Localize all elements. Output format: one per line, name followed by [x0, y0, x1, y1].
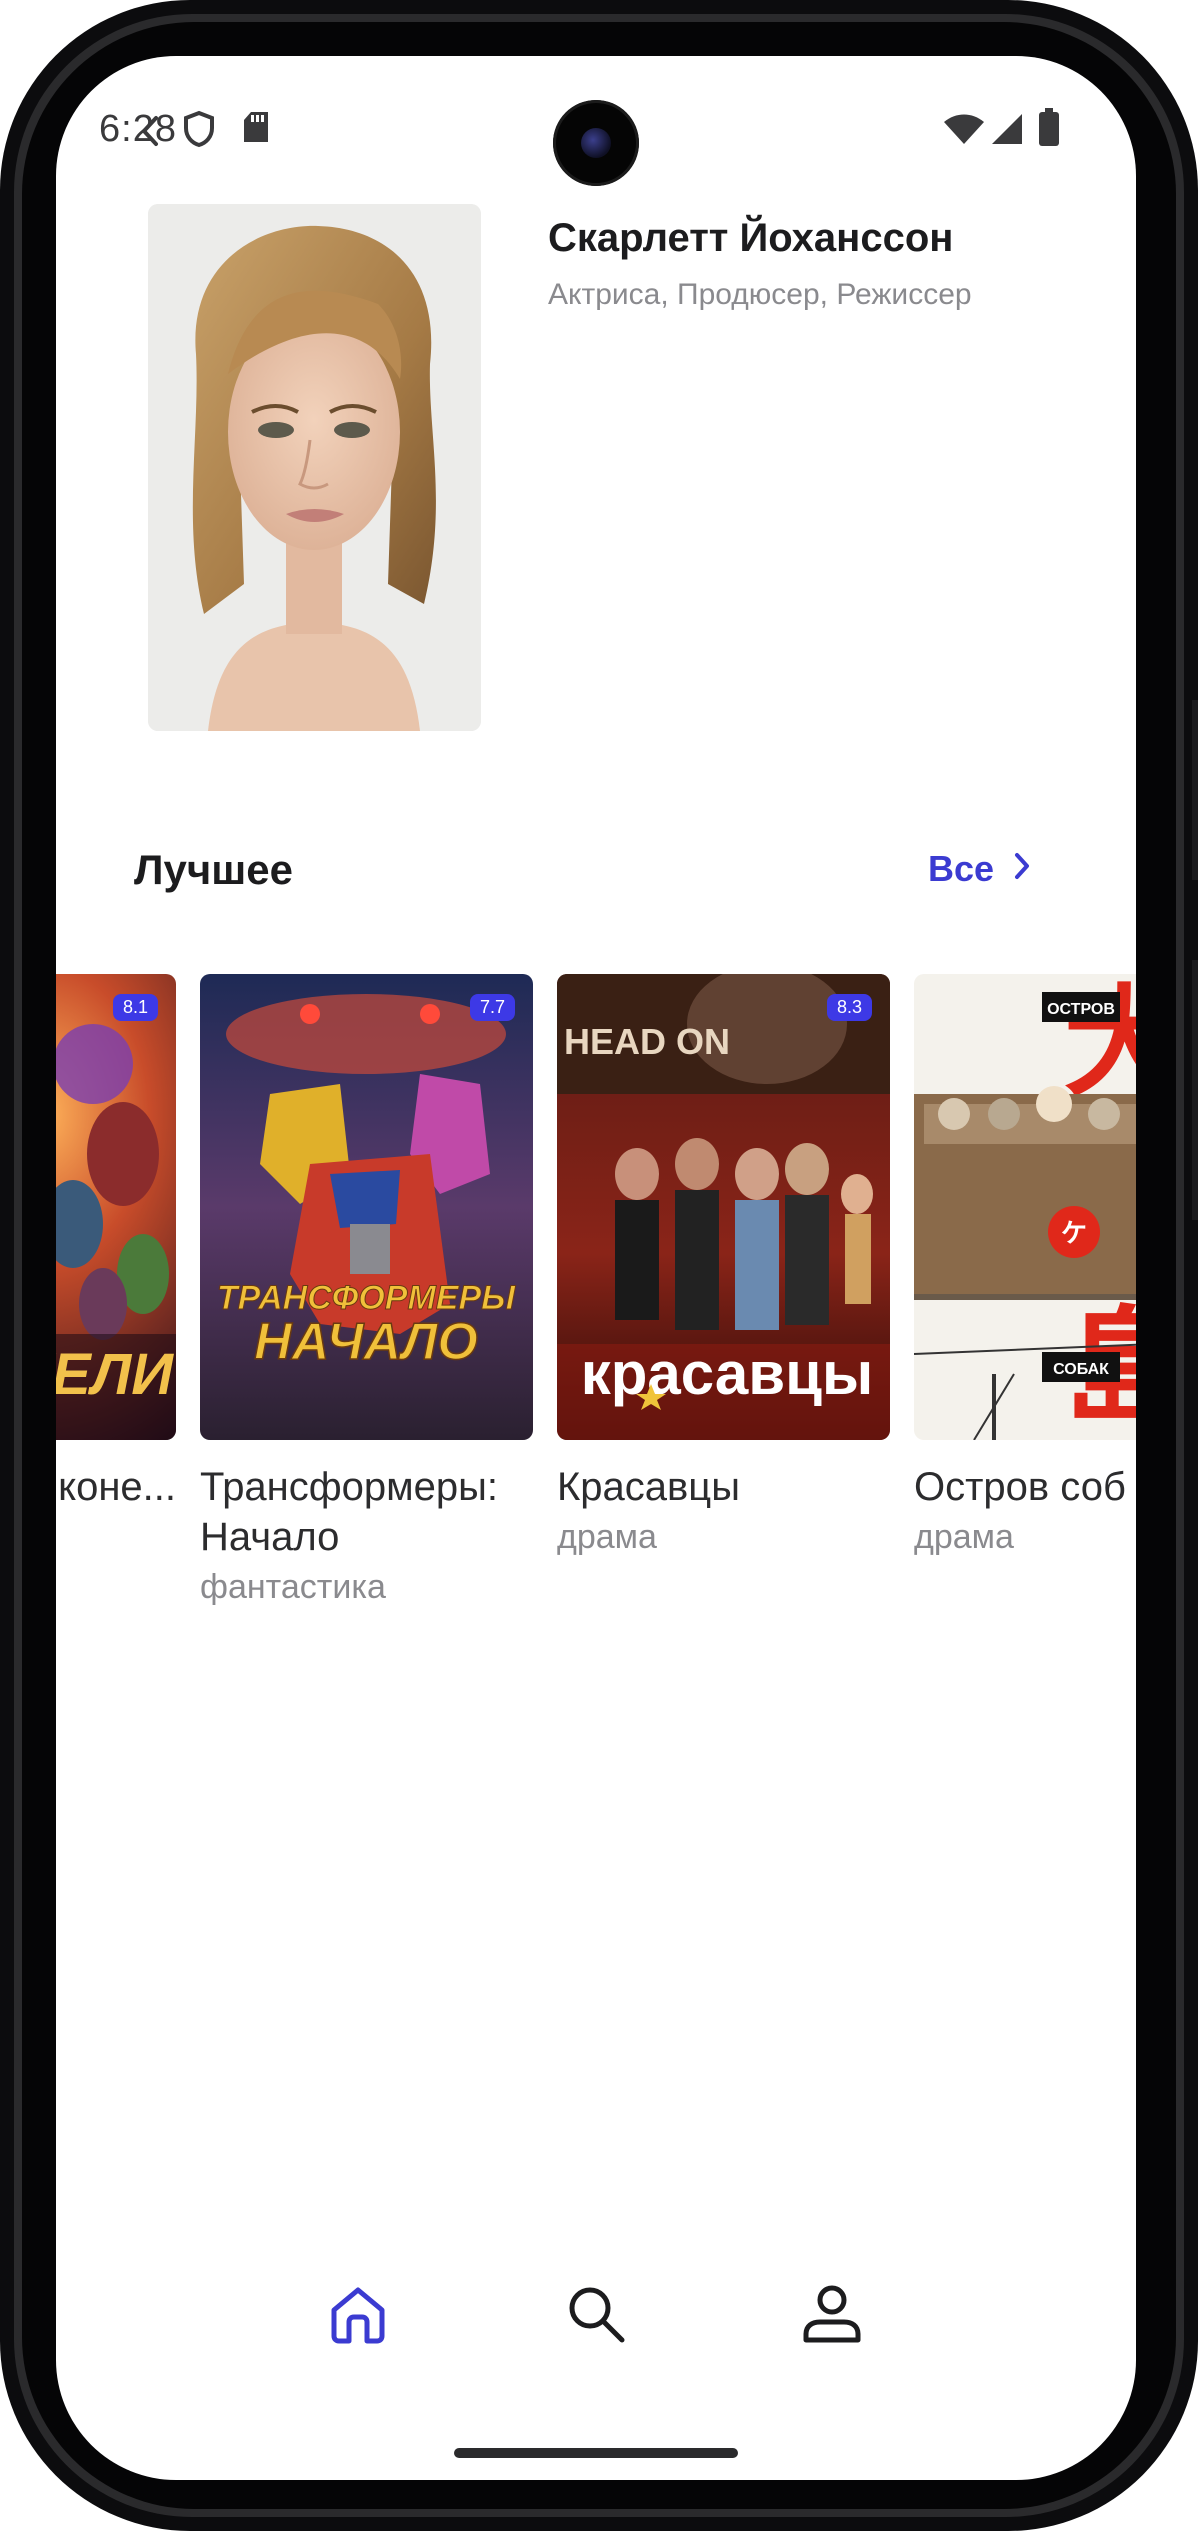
poster-tag-text: СОБАК — [1053, 1361, 1109, 1378]
poster-title-text: красавцы — [581, 1340, 874, 1407]
section-title: Лучшее — [134, 846, 293, 893]
movie-card[interactable]: 犬 島 ケ ОСТРОВ СОБАК Остров соб драма — [914, 974, 1136, 1557]
movie-card[interactable]: ТРАНСФОРМЕРЫ НАЧАЛО 7.7 Трансформеры: На… — [200, 974, 533, 1607]
person-photo — [148, 204, 481, 731]
movie-genre: драма — [914, 1518, 1014, 1556]
search-icon — [569, 2287, 625, 2343]
movie-genre: фантастика — [200, 1568, 386, 1606]
poster-title-text: ТРАНСФОРМЕРЫ — [217, 1279, 516, 1317]
back-chevron-icon[interactable] — [138, 114, 162, 153]
front-camera — [553, 100, 639, 186]
chevron-right-icon — [1012, 848, 1032, 890]
nav-search-button[interactable] — [556, 2274, 636, 2354]
home-icon — [331, 2287, 385, 2344]
see-all-button[interactable]: Все — [928, 848, 1032, 890]
movie-card[interactable]: HEAD ON красавцы 8.3 Красавцы драма — [557, 974, 890, 1557]
movie-poster: HEAD ON красавцы 8.3 — [557, 974, 890, 1440]
screen: 6:28 Скарлетт Йоханссон Актриса, Продюсе… — [56, 56, 1136, 2480]
movie-title: Остров соб — [914, 1465, 1126, 1509]
movie-genre: драма — [557, 1518, 657, 1556]
profile-icon — [803, 2285, 861, 2343]
volume-button — [1192, 960, 1198, 1220]
movie-poster: ТРАНСФОРМЕРЫ НАЧАЛО 7.7 — [200, 974, 533, 1440]
shield-icon — [182, 110, 216, 153]
poster-top-text: HEAD ON — [564, 1021, 730, 1062]
movie-title: Трансформеры: Начало — [200, 1465, 499, 1559]
home-indicator[interactable] — [454, 2448, 738, 2458]
wifi-icon — [942, 112, 986, 151]
svg-text:ケ: ケ — [1061, 1218, 1087, 1248]
person-roles: Актриса, Продюсер, Режиссер — [548, 278, 972, 311]
rating-badge: 7.7 — [469, 994, 515, 1021]
movie-title: коне... — [58, 1465, 176, 1509]
nav-profile-button[interactable] — [792, 2274, 872, 2354]
poster-tag-text: ОСТРОВ — [1047, 1001, 1115, 1018]
signal-icon — [990, 112, 1024, 151]
person-name: Скарлетт Йоханссон — [548, 216, 954, 260]
movie-poster: 犬 島 ケ ОСТРОВ СОБАК — [914, 974, 1136, 1440]
poster-subtitle-text: НАЧАЛО — [254, 1313, 478, 1371]
poster-title-text: ТЕЛИ — [56, 1342, 174, 1407]
rating-badge: 8.3 — [826, 994, 872, 1021]
movie-title: Красавцы — [557, 1465, 740, 1509]
rating-badge: 8.1 — [112, 994, 158, 1021]
movie-card[interactable]: ТЕЛИ 8.1 коне... — [56, 974, 176, 1512]
nav-home-button[interactable] — [318, 2274, 398, 2354]
battery-icon — [1038, 108, 1060, 153]
power-button — [1192, 700, 1198, 880]
see-all-label: Все — [928, 848, 995, 889]
sd-card-icon — [242, 110, 270, 149]
movie-poster: ТЕЛИ 8.1 — [56, 974, 176, 1440]
